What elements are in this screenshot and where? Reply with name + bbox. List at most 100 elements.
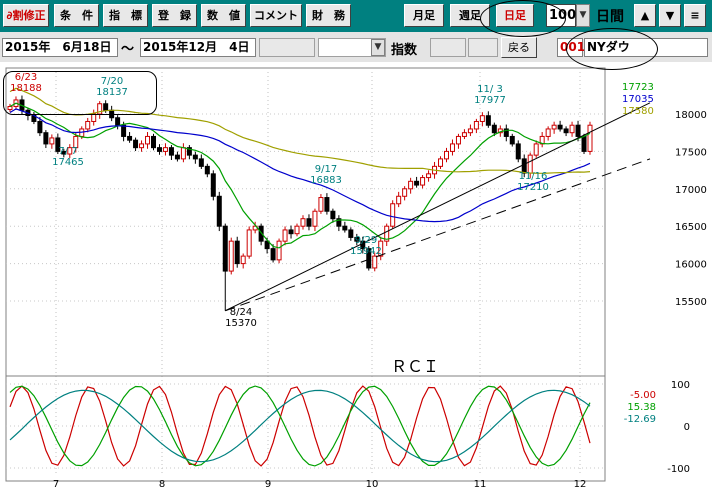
register-button[interactable]: 登 録 [152,4,197,27]
x-tick-label: 8 [159,479,165,490]
candle [7,106,13,111]
candle [246,229,252,257]
candle [324,197,330,212]
name-field[interactable]: NYダウ [584,38,708,57]
candle [240,255,246,265]
annotation-value: 15370 [225,318,257,329]
candle [563,128,569,134]
candle [581,135,587,152]
candle [192,154,198,160]
up-arrow-icon[interactable]: ▲ [634,4,656,27]
candle [151,135,157,149]
candle [420,177,426,186]
monthly-button[interactable]: 月足 [404,4,444,27]
annotation-value: 18188 [10,83,42,94]
candle [204,165,210,175]
annotation-value: 17465 [52,157,84,168]
candle [348,229,354,238]
candle [372,255,378,269]
annotation-date: 8/24 [230,307,252,318]
financials-button[interactable]: 財 務 [306,4,351,27]
candle [449,143,455,152]
rci-legend-value: -5.00 [630,390,656,401]
price-tick-label: 17500 [675,147,707,158]
ma-mid-line [9,108,591,223]
ma-legend-value: 17035 [622,94,654,105]
candle [85,120,91,130]
indicator-button[interactable]: 指 標 [103,4,148,27]
comment-button[interactable]: コメント [250,4,302,27]
ma-legend-value: 17723 [622,82,654,93]
annotation-date: 9/17 [315,164,337,175]
end-date-field[interactable]: 2015年12月 4日 [140,38,256,57]
candle [414,180,420,186]
rci-title: ＲＣＩ [391,357,439,376]
rci-tick-label: 0 [684,422,690,433]
split-adjust-button[interactable]: ∂割修正 [3,4,49,27]
period-label: 日間 [596,9,624,25]
price-tick-label: 15500 [675,297,707,308]
day-count-field[interactable]: 100 [546,4,576,27]
code-field[interactable]: 001 [557,38,585,57]
annotation-date: 6/23 [15,72,37,83]
annotation-date: 11/ 3 [477,84,503,95]
candle [300,218,306,227]
candle [455,135,461,145]
values-button[interactable]: 数 値 [201,4,246,27]
candle [491,124,497,134]
candle [49,137,55,145]
candle [115,117,121,126]
candle [228,240,234,272]
annotation-value: 16883 [310,175,342,186]
annotation-date: 11/16 [519,171,548,182]
candle [198,158,204,167]
candle [270,248,276,261]
price-chart: 18000 17500 17000 16500 16000 15500 7 8 9 10 11 12 1… [5,67,707,490]
x-tick-label: 7 [53,479,59,490]
trendline-dashed [225,158,651,312]
annotation-value: 17210 [517,182,549,193]
candle [402,188,408,197]
candle [545,128,551,137]
index-label: 指数 [391,43,418,58]
price-tick-label: 16000 [675,260,707,271]
candle [145,135,151,145]
rci-tick-label: -100 [667,464,690,475]
candle [234,240,240,265]
menu-icon[interactable]: ≡ [684,4,706,27]
candle [121,124,127,137]
candle [222,225,228,272]
annotation-value: 18137 [96,87,128,98]
annotation-date: 7/20 [101,76,123,87]
candle [276,240,282,261]
candle [306,218,312,227]
condition-button[interactable]: 条 件 [54,4,99,27]
candle [127,135,133,141]
candle [515,143,521,160]
annotation-date: 9/29 [355,235,377,246]
blank-field-3 [468,38,498,57]
toolbar: ∂割修正 条 件 指 標 登 録 数 値 コメント 財 務 月足 週足 日足 1… [0,0,712,32]
x-tick-label: 11 [474,479,487,490]
weekly-button[interactable]: 週足 [450,4,490,27]
candle [109,109,115,119]
annotation-value: 17977 [474,95,506,106]
candle [575,124,581,137]
candle [37,120,43,134]
down-arrow-icon[interactable]: ▼ [659,4,681,27]
day-count-dropdown[interactable]: ▼ [576,4,590,27]
price-tick-label: 16500 [675,222,707,233]
candle [180,147,186,160]
candle [479,115,485,122]
candle [103,103,109,111]
candle [467,128,473,134]
x-tick-label: 9 [265,479,271,490]
x-tick-label: 10 [366,479,379,490]
price-tick-label: 17000 [675,185,707,196]
start-date-field[interactable]: 2015年 6月18日 [2,38,118,57]
candle [473,120,479,130]
chevron-down-icon[interactable]: ▼ [371,39,385,56]
back-button[interactable]: 戻る [501,37,537,58]
candle [342,225,348,231]
daily-button[interactable]: 日足 [496,4,534,27]
